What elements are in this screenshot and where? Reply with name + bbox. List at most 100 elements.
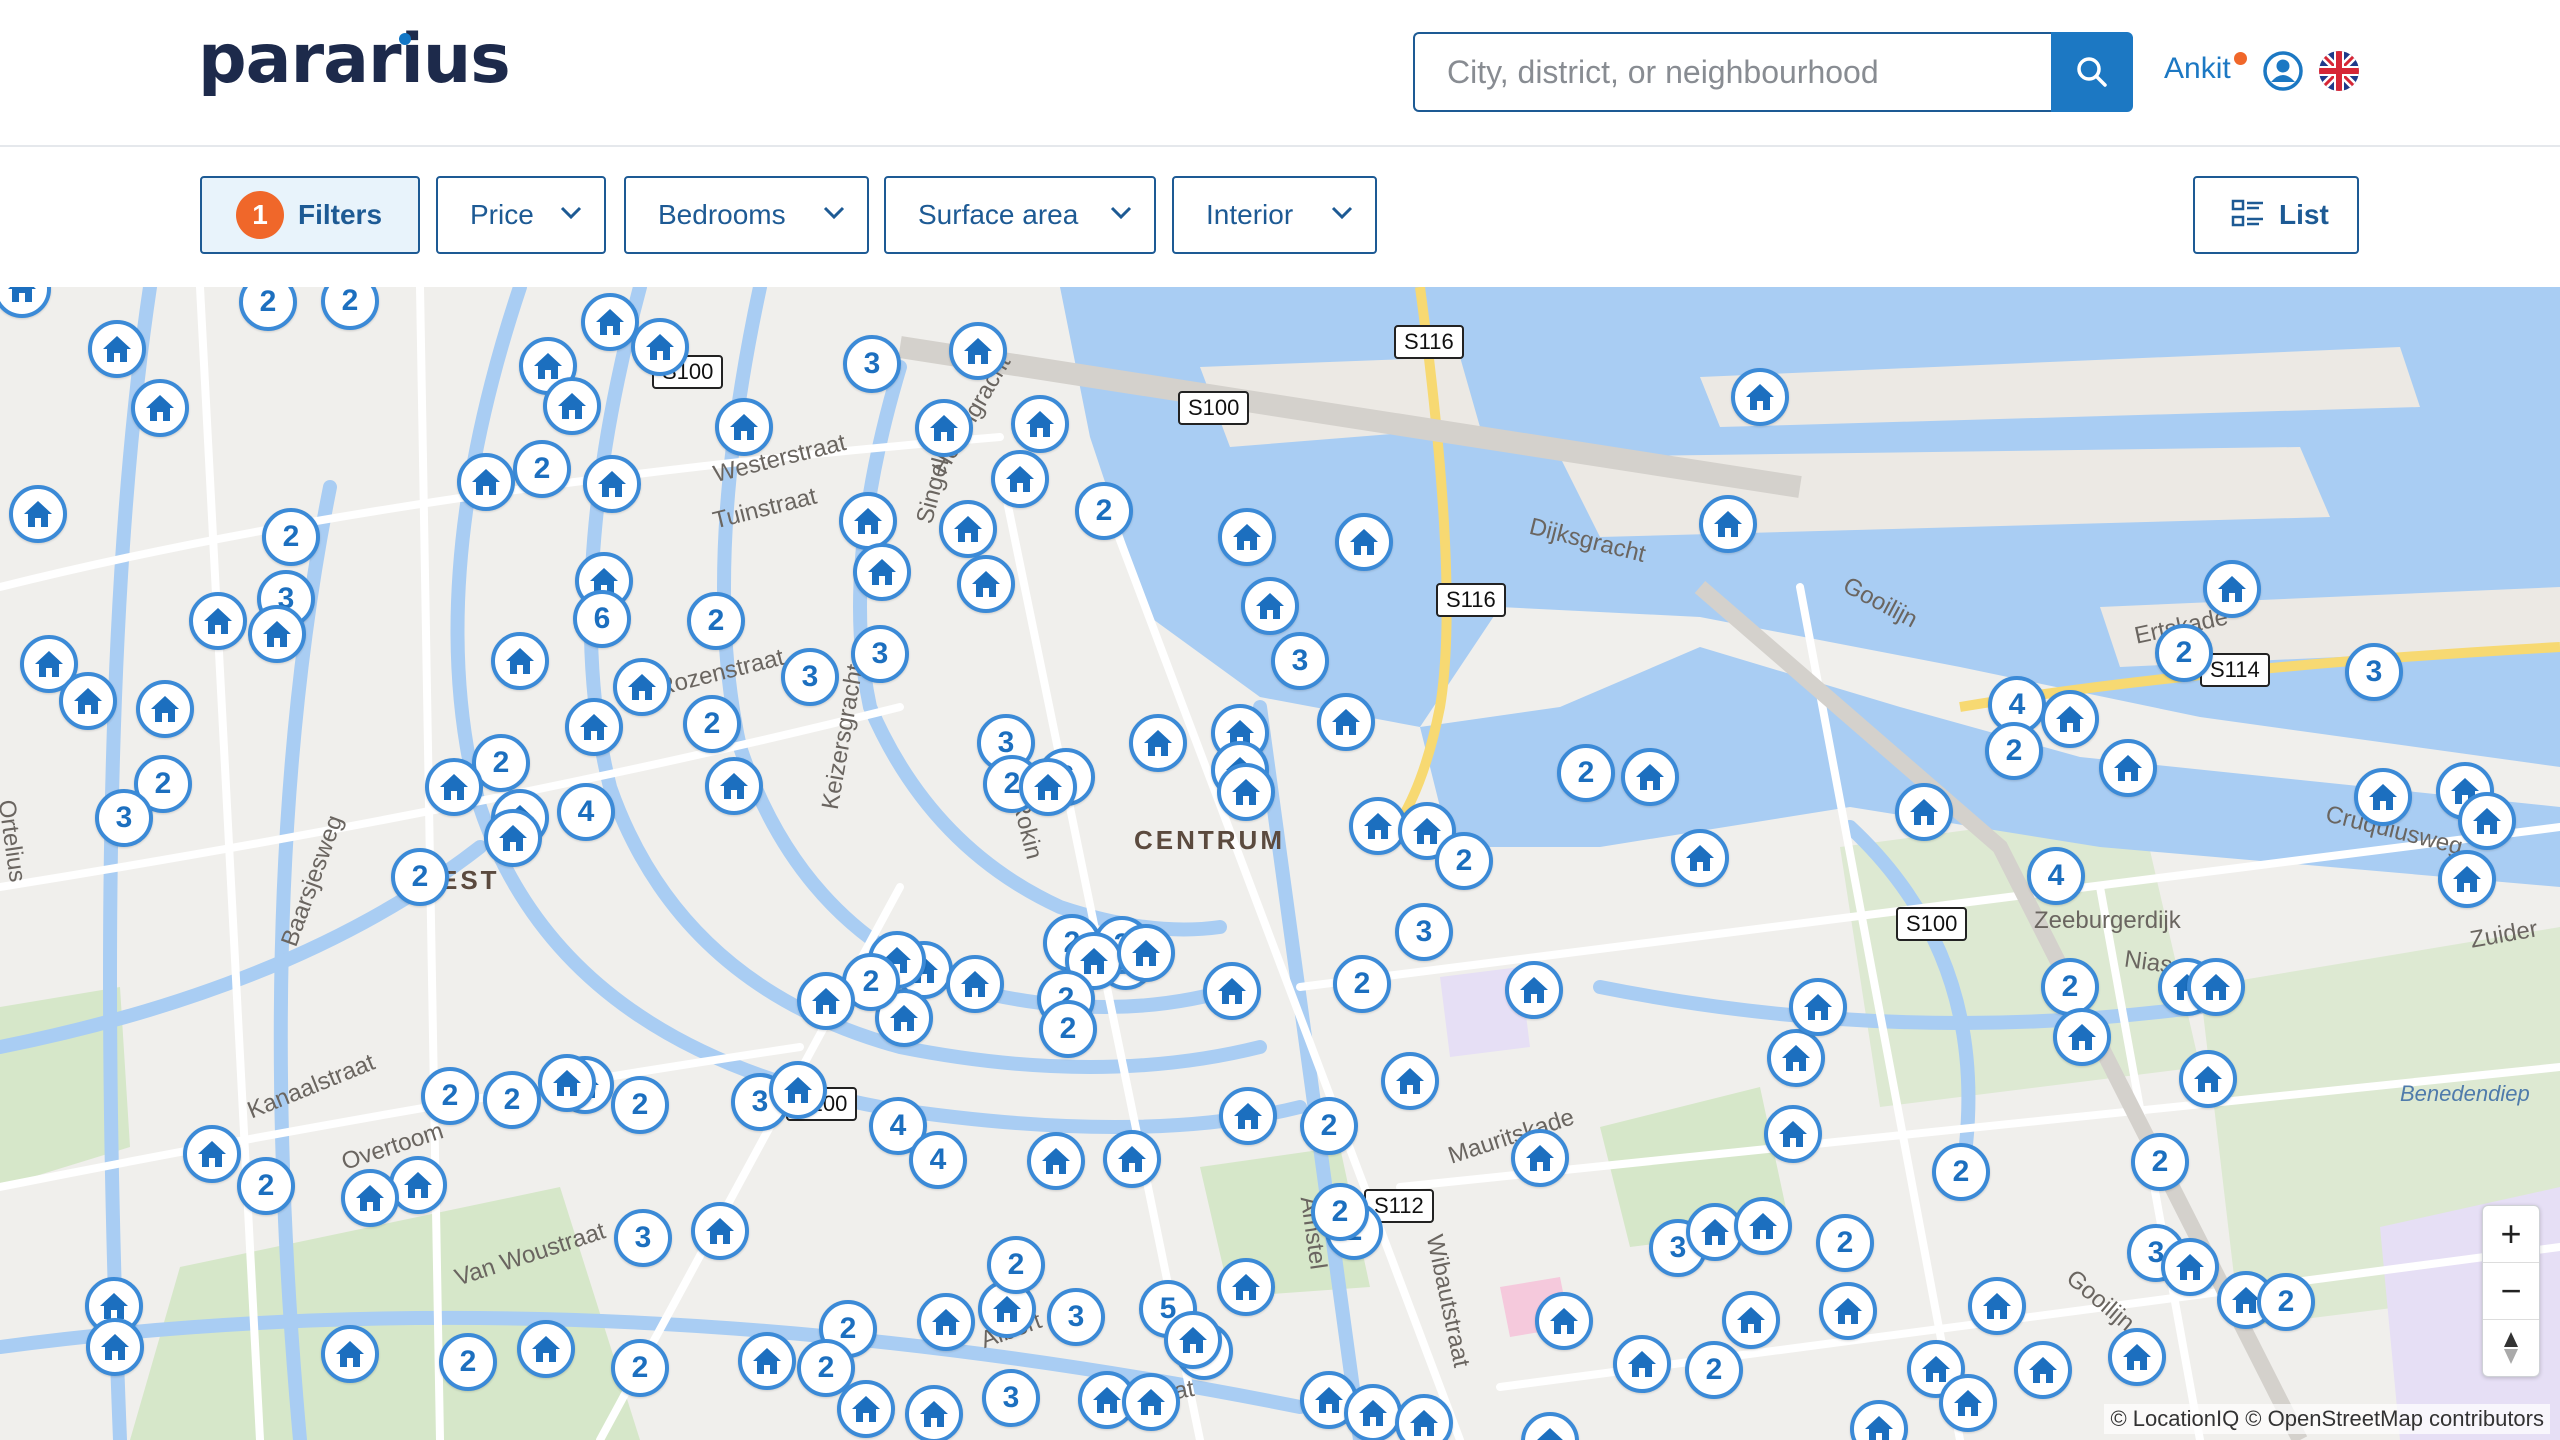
listing-cluster-marker[interactable]: 2 (1985, 722, 2043, 780)
pararius-logo[interactable]: pararius (198, 20, 511, 99)
listing-marker-house[interactable] (797, 972, 855, 1030)
listing-marker-house[interactable] (1731, 368, 1789, 426)
listing-marker-house[interactable] (991, 450, 1049, 508)
listing-cluster-marker[interactable]: 4 (909, 1131, 967, 1189)
listing-marker-house[interactable] (425, 758, 483, 816)
listing-marker-house[interactable] (1317, 693, 1375, 751)
listing-marker-house[interactable] (631, 318, 689, 376)
listing-marker-house[interactable] (1344, 1384, 1402, 1440)
listing-marker-house[interactable] (1764, 1105, 1822, 1163)
listing-marker-house[interactable] (1722, 1291, 1780, 1349)
listing-cluster-marker[interactable]: 2 (687, 592, 745, 650)
listing-marker-house[interactable] (949, 322, 1007, 380)
listing-marker-house[interactable] (738, 1332, 796, 1390)
surface-area-dropdown[interactable]: Surface area (884, 176, 1156, 254)
listing-cluster-marker[interactable]: 3 (851, 625, 909, 683)
listing-marker-house[interactable] (1218, 508, 1276, 566)
listing-marker-house[interactable] (457, 453, 515, 511)
listing-marker-house[interactable] (1613, 1335, 1671, 1393)
price-dropdown[interactable]: Price (436, 176, 606, 254)
map-view[interactable]: S116 S100 S100 S116 S114 S100 S112 S100 … (0, 287, 2560, 1440)
listing-marker-house[interactable] (1217, 763, 1275, 821)
uk-flag-icon[interactable] (2318, 50, 2360, 92)
listing-marker-house[interactable] (1671, 829, 1729, 887)
listing-marker-house[interactable] (1241, 577, 1299, 635)
listing-cluster-marker[interactable]: 2 (683, 695, 741, 753)
listing-cluster-marker[interactable]: 4 (2027, 847, 2085, 905)
listing-marker-house[interactable] (915, 399, 973, 457)
listing-marker-house[interactable] (1767, 1029, 1825, 1087)
listing-marker-house[interactable] (183, 1125, 241, 1183)
user-name-link[interactable]: Ankit (2164, 52, 2231, 86)
search-input[interactable] (1413, 32, 2053, 112)
account-icon[interactable] (2262, 50, 2304, 92)
reset-bearing-button[interactable] (2483, 1320, 2539, 1376)
listing-marker-house[interactable] (2354, 768, 2412, 826)
listing-marker-house[interactable] (1505, 961, 1563, 1019)
listing-marker-house[interactable] (1734, 1197, 1792, 1255)
listing-cluster-marker[interactable]: 3 (1271, 632, 1329, 690)
listing-marker-house[interactable] (905, 1385, 963, 1440)
listing-cluster-marker[interactable]: 4 (557, 783, 615, 841)
listing-marker-house[interactable] (853, 543, 911, 601)
listing-marker-house[interactable] (583, 455, 641, 513)
listing-cluster-marker[interactable]: 2 (1333, 955, 1391, 1013)
listing-cluster-marker[interactable]: 2 (2131, 1133, 2189, 1191)
listing-marker-house[interactable] (136, 680, 194, 738)
listing-cluster-marker[interactable]: 2 (1932, 1143, 1990, 1201)
listing-marker-house[interactable] (2014, 1341, 2072, 1399)
search-button[interactable] (2051, 32, 2133, 112)
listing-cluster-marker[interactable]: 2 (2155, 624, 2213, 682)
listing-marker-house[interactable] (59, 672, 117, 730)
listing-cluster-marker[interactable]: 2 (1557, 744, 1615, 802)
listing-marker-house[interactable] (1027, 1132, 1085, 1190)
listing-marker-house[interactable] (88, 320, 146, 378)
listing-marker-house[interactable] (86, 1318, 144, 1376)
listing-cluster-marker[interactable]: 3 (1047, 1288, 1105, 1346)
listing-marker-house[interactable] (1335, 513, 1393, 571)
listing-marker-house[interactable] (2099, 739, 2157, 797)
listing-marker-house[interactable] (1117, 924, 1175, 982)
listing-marker-house[interactable] (2041, 690, 2099, 748)
listing-marker-house[interactable] (691, 1202, 749, 1260)
listing-marker-house[interactable] (2203, 560, 2261, 618)
listing-marker-house[interactable] (1699, 495, 1757, 553)
listing-cluster-marker[interactable]: 3 (95, 789, 153, 847)
listing-cluster-marker[interactable]: 2 (421, 1067, 479, 1125)
listing-cluster-marker[interactable]: 2 (237, 1157, 295, 1215)
listing-marker-house[interactable] (1895, 783, 1953, 841)
listing-marker-house[interactable] (1621, 748, 1679, 806)
listing-marker-house[interactable] (491, 632, 549, 690)
listing-marker-house[interactable] (2161, 1238, 2219, 1296)
listing-cluster-marker[interactable]: 2 (1300, 1097, 1358, 1155)
listing-marker-house[interactable] (543, 377, 601, 435)
listing-cluster-marker[interactable]: 6 (573, 590, 631, 648)
zoom-out-button[interactable]: − (2483, 1263, 2539, 1320)
listing-marker-house[interactable] (1122, 1373, 1180, 1431)
listing-marker-house[interactable] (9, 485, 67, 543)
listing-cluster-marker[interactable]: 2 (1311, 1183, 1369, 1241)
listing-marker-house[interactable] (1511, 1129, 1569, 1187)
listing-marker-house[interactable] (705, 757, 763, 815)
listing-marker-house[interactable] (517, 1320, 575, 1378)
listing-marker-house[interactable] (131, 379, 189, 437)
listing-marker-house[interactable] (1103, 1130, 1161, 1188)
listing-marker-house[interactable] (1381, 1052, 1439, 1110)
listing-marker-house[interactable] (1203, 962, 1261, 1020)
listing-marker-house[interactable] (837, 1380, 895, 1438)
listing-cluster-marker[interactable]: 2 (987, 1236, 1045, 1294)
listing-cluster-marker[interactable]: 2 (439, 1333, 497, 1391)
listing-cluster-marker[interactable]: 2 (2041, 958, 2099, 1016)
listing-cluster-marker[interactable]: 3 (1395, 903, 1453, 961)
listing-marker-house[interactable] (715, 398, 773, 456)
listing-cluster-marker[interactable]: 2 (483, 1071, 541, 1129)
listing-cluster-marker[interactable]: 2 (391, 848, 449, 906)
listing-marker-house[interactable] (565, 698, 623, 756)
listing-marker-house[interactable] (1939, 1374, 1997, 1432)
listing-marker-house[interactable] (1219, 1087, 1277, 1145)
listing-marker-house[interactable] (1011, 395, 1069, 453)
listing-marker-house[interactable] (538, 1054, 596, 1112)
listing-marker-house[interactable] (2053, 1008, 2111, 1066)
listing-marker-house[interactable] (189, 592, 247, 650)
listing-marker-house[interactable] (1968, 1277, 2026, 1335)
